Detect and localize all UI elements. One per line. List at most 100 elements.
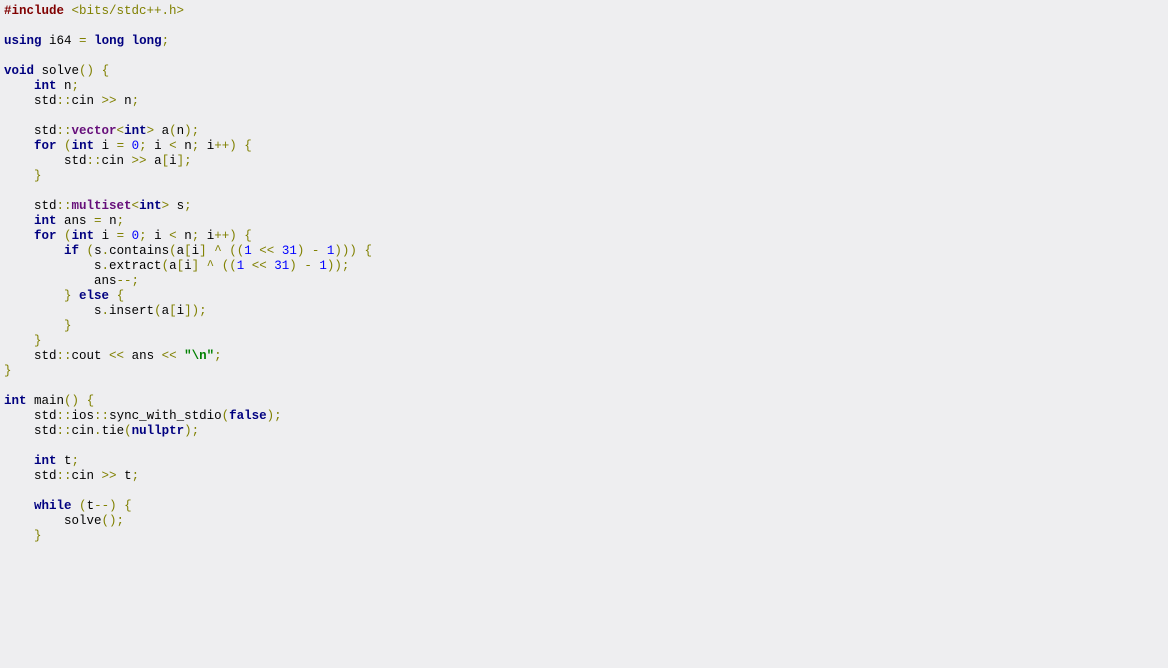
code-token: std: [4, 424, 57, 438]
code-token: =: [94, 214, 102, 228]
code-token: [57, 229, 65, 243]
code-token: ::: [87, 154, 102, 168]
code-token: std: [4, 199, 57, 213]
code-token: [124, 139, 132, 153]
code-token: =: [117, 229, 125, 243]
code-token: extract: [109, 259, 162, 273]
code-token: ];: [177, 154, 192, 168]
code-token: );: [184, 424, 199, 438]
code-token: ;: [117, 214, 125, 228]
code-token: [72, 499, 80, 513]
code-token: [4, 439, 34, 453]
code-token: [319, 244, 327, 258]
code-token: [4, 169, 34, 183]
code-token: {: [117, 289, 125, 303]
source-code-block: #include <bits/stdc++.h> using i64 = lon…: [0, 0, 1168, 548]
code-token: n: [102, 214, 117, 228]
code-token: }: [34, 529, 42, 543]
code-token: ))): [334, 244, 357, 258]
code-token: (: [64, 139, 72, 153]
code-token: ios: [72, 409, 95, 423]
code-token: <: [117, 124, 125, 138]
code-token: [4, 334, 34, 348]
code-token: [: [184, 244, 192, 258]
code-token: [304, 244, 312, 258]
code-token: <<: [252, 259, 267, 273]
code-token: while: [34, 499, 72, 513]
code-token: (: [64, 229, 72, 243]
code-token: ++): [214, 229, 237, 243]
code-token: (: [222, 409, 230, 423]
code-token: ]: [199, 244, 207, 258]
code-token: [4, 184, 34, 198]
code-token: {: [244, 139, 252, 153]
code-token: }: [34, 334, 42, 348]
code-token: [: [169, 304, 177, 318]
code-token: [64, 4, 72, 18]
code-token: [87, 34, 95, 48]
code-token: );: [267, 409, 282, 423]
code-token: }: [4, 364, 12, 378]
code-token: [4, 289, 64, 303]
code-token: 31: [282, 244, 297, 258]
code-token: .: [102, 259, 110, 273]
code-token: [117, 499, 125, 513]
code-token: {: [244, 229, 252, 243]
code-token: a: [177, 244, 185, 258]
code-token: 31: [274, 259, 289, 273]
code-token: using: [4, 34, 42, 48]
code-token: "\n": [184, 349, 214, 363]
code-token: ans: [124, 349, 162, 363]
code-token: ]);: [184, 304, 207, 318]
code-token: a: [154, 124, 169, 138]
code-token: ;: [139, 139, 147, 153]
code-token: ::: [57, 469, 72, 483]
code-token: .: [94, 424, 102, 438]
code-token: insert: [109, 304, 154, 318]
code-token: int: [72, 229, 95, 243]
code-token: >>: [132, 154, 147, 168]
code-token: }: [64, 289, 72, 303]
code-token: 0: [132, 229, 140, 243]
code-token: std: [4, 124, 57, 138]
code-token: (: [124, 424, 132, 438]
code-token: #include: [4, 4, 64, 18]
code-token: (): [79, 64, 94, 78]
code-token: [4, 79, 34, 93]
code-token: t: [117, 469, 132, 483]
code-token: );: [184, 124, 199, 138]
code-token: nullptr: [132, 424, 185, 438]
code-token: ;: [72, 454, 80, 468]
code-token: cin: [72, 469, 102, 483]
code-token: ]: [192, 259, 200, 273]
code-token: (: [162, 259, 170, 273]
code-token: ;: [162, 34, 170, 48]
code-token: =: [79, 34, 87, 48]
code-token: ;: [72, 79, 80, 93]
code-token: s: [94, 244, 102, 258]
code-token: false: [229, 409, 267, 423]
code-token: int: [4, 394, 27, 408]
code-token: --): [94, 499, 117, 513]
code-token: contains: [109, 244, 169, 258]
code-token: }: [34, 169, 42, 183]
code-token: a: [169, 259, 177, 273]
code-token: [4, 319, 64, 333]
code-token: [124, 229, 132, 243]
code-token: ();: [102, 514, 125, 528]
code-token: solve: [34, 64, 79, 78]
code-token: ;: [139, 229, 147, 243]
code-token: long long: [94, 34, 162, 48]
code-token: [244, 259, 252, 273]
code-token: ::: [57, 94, 72, 108]
code-token: [4, 139, 34, 153]
code-token: .: [102, 244, 110, 258]
code-token: [199, 259, 207, 273]
code-token: std: [4, 469, 57, 483]
code-token: >>: [102, 94, 117, 108]
code-token: if: [64, 244, 79, 258]
code-token: s: [4, 304, 102, 318]
code-token: [57, 139, 65, 153]
code-token: [4, 109, 34, 123]
code-token: [177, 349, 185, 363]
